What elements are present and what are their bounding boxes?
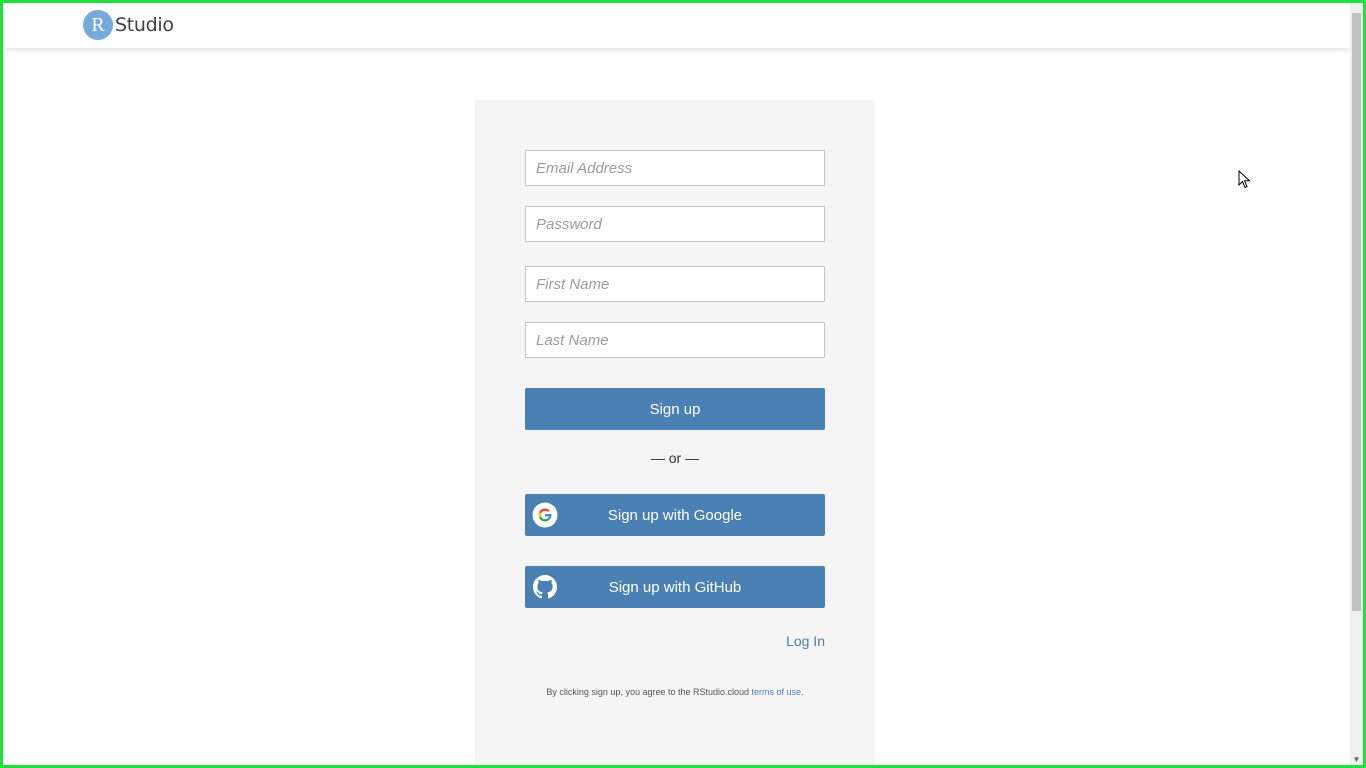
logo-r-circle: R (83, 10, 113, 40)
signup-button[interactable]: Sign up (525, 388, 825, 430)
terms-suffix: . (801, 687, 804, 697)
or-divider: — or — (650, 450, 700, 466)
signup-panel: Sign up — or — Sign up with Google (475, 100, 875, 765)
signup-google-label: Sign up with Google (607, 506, 743, 524)
terms-of-use-link[interactable]: terms of use (752, 687, 802, 697)
scrollbar-thumb[interactable] (1352, 13, 1361, 611)
first-name-field[interactable] (525, 266, 825, 302)
scroll-down-arrow-icon[interactable]: ▼ (1352, 755, 1361, 764)
last-name-field[interactable] (525, 322, 825, 358)
email-field[interactable] (525, 150, 825, 186)
logo-text: Studio (115, 14, 174, 36)
top-navbar: R Studio (3, 3, 1350, 48)
signup-google-button[interactable]: Sign up with Google (525, 494, 825, 536)
github-icon (532, 574, 558, 600)
password-field[interactable] (525, 206, 825, 242)
login-link[interactable]: Log In (786, 633, 825, 649)
signup-github-button[interactable]: Sign up with GitHub (525, 566, 825, 608)
terms-text: By clicking sign up, you agree to the RS… (546, 687, 752, 697)
rstudio-logo[interactable]: R Studio (83, 9, 174, 41)
page-viewport: R Studio Sign up — or — Sign u (3, 3, 1350, 765)
mouse-cursor-icon (1238, 170, 1251, 189)
google-icon (532, 502, 558, 528)
signup-github-label: Sign up with GitHub (608, 578, 742, 596)
signup-button-label: Sign up (649, 400, 701, 418)
terms-notice: By clicking sign up, you agree to the RS… (475, 687, 875, 697)
vertical-scrollbar[interactable]: ▼ (1350, 3, 1363, 765)
